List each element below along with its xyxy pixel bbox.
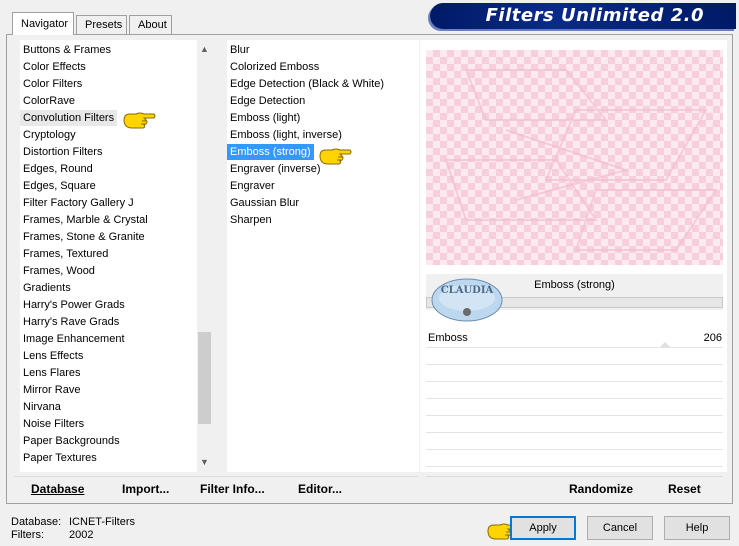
filter-item[interactable]: Colorized Emboss bbox=[227, 59, 322, 75]
database-status-value: ICNET-Filters bbox=[69, 516, 135, 528]
category-scrollbar[interactable]: ▲ ▼ bbox=[197, 40, 212, 472]
filter-list[interactable]: Blur Colorized Emboss Edge Detection (Blac… bbox=[227, 40, 419, 472]
tab-presets[interactable]: Presets bbox=[76, 15, 127, 34]
app-title: Filters Unlimited 2.0 bbox=[485, 5, 704, 26]
category-item[interactable]: Lens Flares bbox=[20, 365, 83, 381]
category-item[interactable]: Color Effects bbox=[20, 59, 89, 75]
param-divider bbox=[426, 415, 723, 416]
category-item[interactable]: Buttons & Frames bbox=[20, 42, 114, 58]
param-divider bbox=[426, 449, 723, 450]
filter-item[interactable]: Blur bbox=[227, 42, 253, 58]
filter-item[interactable]: Emboss (light, inverse) bbox=[227, 127, 345, 143]
category-item[interactable]: Convolution Filters bbox=[20, 110, 118, 126]
category-item[interactable]: Mirror Rave bbox=[20, 382, 83, 398]
category-item[interactable]: Frames, Marble & Crystal bbox=[20, 212, 151, 228]
preview-emboss-pattern bbox=[444, 69, 718, 251]
category-item[interactable]: Filter Factory Gallery J bbox=[20, 195, 137, 211]
category-item[interactable]: Lens Effects bbox=[20, 348, 86, 364]
param-divider bbox=[426, 347, 723, 348]
category-item[interactable]: Harry's Rave Grads bbox=[20, 314, 122, 330]
pointing-hand-icon bbox=[319, 148, 352, 165]
category-item[interactable]: Frames, Stone & Granite bbox=[20, 229, 148, 245]
filter-preview bbox=[426, 50, 723, 265]
filter-item[interactable]: Emboss (light) bbox=[227, 110, 303, 126]
watermark-badge-icon bbox=[431, 278, 503, 322]
category-item[interactable]: Paper Backgrounds bbox=[20, 433, 123, 449]
filter-item[interactable]: Edge Detection bbox=[227, 93, 308, 109]
apply-button[interactable]: Apply bbox=[510, 516, 576, 540]
category-item[interactable]: Paper Textures bbox=[20, 450, 100, 466]
filter-item[interactable]: Emboss (strong) bbox=[227, 144, 314, 160]
filter-item[interactable]: Gaussian Blur bbox=[227, 195, 302, 211]
reset-button[interactable]: Reset bbox=[668, 480, 701, 498]
watermark-text: CLAUDIA bbox=[440, 285, 494, 296]
import-button[interactable]: Import... bbox=[122, 480, 169, 498]
title-banner: Filters Unlimited 2.0 bbox=[430, 3, 736, 29]
filters-count-label: Filters: bbox=[11, 529, 44, 541]
param-divider bbox=[426, 398, 723, 399]
param-divider bbox=[426, 432, 723, 433]
param-label: Emboss bbox=[428, 332, 468, 344]
category-item[interactable]: Edges, Round bbox=[20, 161, 96, 177]
category-item[interactable]: Distortion Filters bbox=[20, 144, 105, 160]
scroll-up-icon[interactable]: ▲ bbox=[197, 42, 212, 57]
category-item[interactable]: Harry's Power Grads bbox=[20, 297, 128, 313]
category-item[interactable]: Color Filters bbox=[20, 76, 85, 92]
scroll-thumb[interactable] bbox=[198, 332, 211, 424]
param-divider bbox=[426, 466, 723, 467]
database-status-label: Database: bbox=[11, 516, 62, 528]
filter-item[interactable]: Engraver bbox=[227, 178, 278, 194]
tab-navigator[interactable]: Navigator bbox=[12, 12, 74, 35]
help-button[interactable]: Help bbox=[664, 516, 730, 540]
param-divider bbox=[426, 381, 723, 382]
category-item[interactable]: Frames, Textured bbox=[20, 246, 111, 262]
param-divider bbox=[426, 364, 723, 365]
category-item[interactable]: Frames, Wood bbox=[20, 263, 98, 279]
pointing-hand-icon bbox=[123, 112, 156, 129]
category-item[interactable]: ColorRave bbox=[20, 93, 78, 109]
category-item[interactable]: Noise Filters bbox=[20, 416, 87, 432]
scroll-down-icon[interactable]: ▼ bbox=[197, 455, 212, 470]
param-value[interactable]: 206 bbox=[640, 332, 722, 344]
category-item[interactable]: Gradients bbox=[20, 280, 74, 296]
filters-count-value: 2002 bbox=[69, 529, 94, 541]
cancel-button[interactable]: Cancel bbox=[587, 516, 653, 540]
tab-about[interactable]: About bbox=[129, 15, 172, 34]
filter-item[interactable]: Edge Detection (Black & White) bbox=[227, 76, 387, 92]
editor-button[interactable]: Editor... bbox=[298, 480, 342, 498]
category-list[interactable]: Buttons & Frames Color Effects Color Filte… bbox=[20, 40, 197, 472]
filter-item[interactable]: Sharpen bbox=[227, 212, 275, 228]
randomize-button[interactable]: Randomize bbox=[569, 480, 633, 498]
category-item[interactable]: Cryptology bbox=[20, 127, 79, 143]
filter-item[interactable]: Engraver (inverse) bbox=[227, 161, 323, 177]
filter-info-button[interactable]: Filter Info... bbox=[200, 480, 265, 498]
database-button[interactable]: Database bbox=[31, 480, 84, 498]
category-item[interactable]: Nirvana bbox=[20, 399, 64, 415]
category-item[interactable]: Image Enhancement bbox=[20, 331, 128, 347]
category-item[interactable]: Edges, Square bbox=[20, 178, 99, 194]
